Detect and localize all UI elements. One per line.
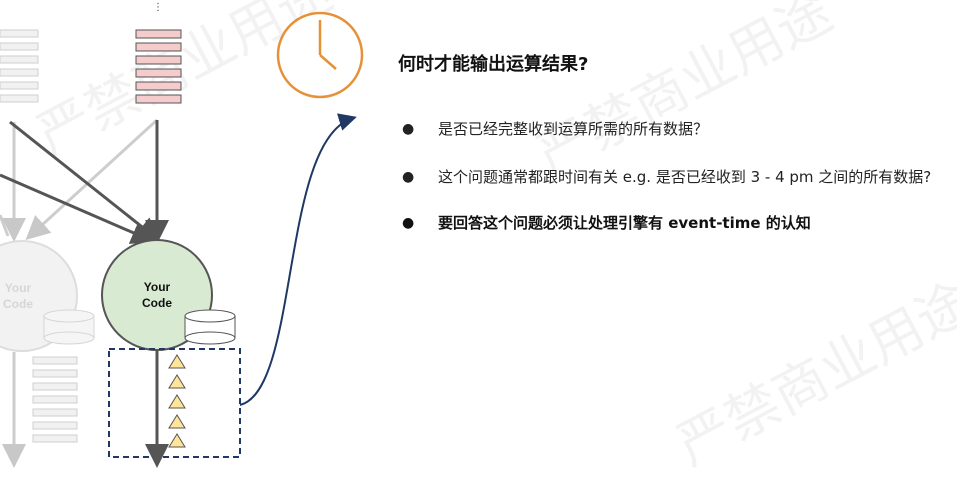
operator-faded-label-2: Code (3, 297, 33, 311)
clock-icon (276, 11, 364, 99)
curved-arrow (239, 113, 357, 406)
section-heading: 何时才能输出运算结果? (398, 54, 589, 75)
operator-active-label-2: Code (142, 296, 172, 310)
bullet-item: ● 要回答这个问题必须让处理引擎有 event-time 的认知 (400, 214, 957, 232)
bullet-dot-icon: ● (402, 169, 415, 185)
bullet-item: ● 是否已经完整收到运算所需的所有数据？ (400, 120, 957, 138)
triangle-icon (168, 394, 186, 409)
triangle-icon (168, 374, 186, 389)
bullet-text: 这个问题通常都跟时间有关 e.g. 是否已经收到 3 - 4 pm 之间的所有数… (438, 168, 932, 186)
svg-text:⋮: ⋮ (153, 2, 163, 13)
input-buffer-active: ⋮ (135, 2, 182, 104)
bullet-list: ● 是否已经完整收到运算所需的所有数据？ ● 这个问题通常都跟时间有关 e.g.… (400, 120, 957, 232)
bullet-dot-icon: ● (402, 215, 415, 231)
state-store-faded-icon (43, 309, 95, 345)
bullet-dot-icon: ● (402, 121, 415, 137)
output-buffer-faded (32, 356, 78, 443)
bullet-item: ● 这个问题通常都跟时间有关 e.g. 是否已经收到 3 - 4 pm 之间的所… (400, 168, 957, 186)
bullet-text: 要回答这个问题必须让处理引擎有 event-time 的认知 (438, 214, 811, 232)
triangle-icon (168, 414, 186, 429)
bullet-text: 是否已经完整收到运算所需的所有数据？ (438, 120, 709, 138)
input-buffer-faded (0, 29, 39, 103)
triangle-icon (168, 354, 186, 369)
state-store-icon (184, 309, 236, 345)
connection-arrows-active (0, 120, 169, 244)
watermark-markers (168, 354, 186, 448)
operator-faded-label-1: Your (5, 281, 32, 295)
triangle-icon (168, 433, 186, 448)
operator-active-label-1: Your (144, 280, 171, 294)
